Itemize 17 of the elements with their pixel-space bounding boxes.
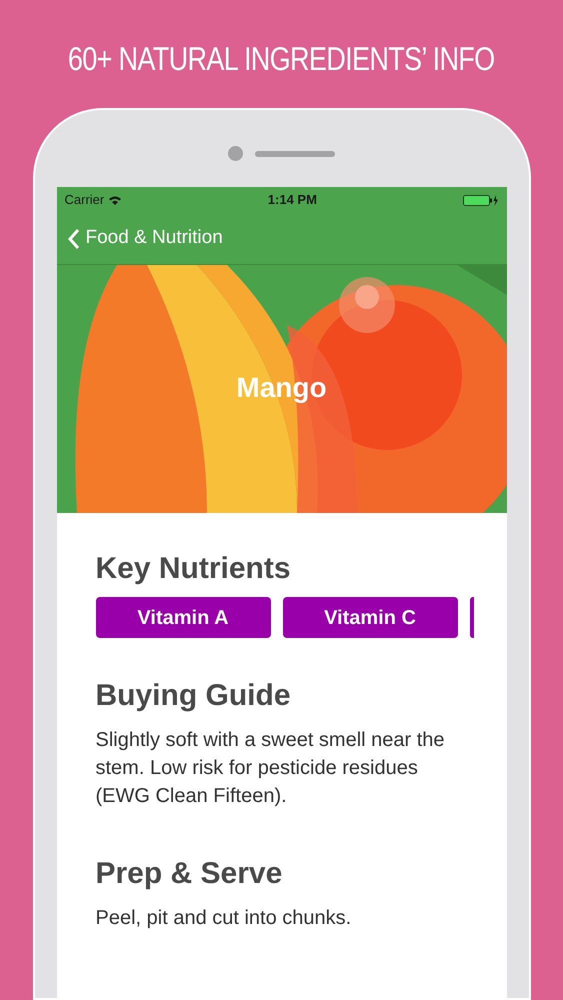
status-time: 1:14 PM [268, 191, 317, 210]
camera-icon [228, 146, 243, 161]
nutrient-chip[interactable]: Vitamin A [96, 597, 270, 638]
nutrient-chip[interactable]: Vitamin C [282, 597, 458, 638]
back-chevron-icon [66, 228, 80, 250]
food-title: Mango [236, 371, 327, 405]
section-heading: Key Nutrients [96, 551, 292, 587]
section-heading: Prep & Serve [96, 856, 284, 892]
wifi-icon [108, 194, 122, 206]
section-heading: Buying Guide [96, 678, 292, 714]
speaker-icon [255, 150, 335, 156]
nutrient-chip[interactable] [470, 597, 474, 638]
section-text: Peel, pit and cut into chunks. [96, 906, 352, 931]
headline: 60+ NATURAL INGREDIENTS’ INFO [68, 39, 495, 79]
carrier-label: Carrier [64, 191, 104, 210]
section-text: Slightly soft with a sweet smell near the stem. Low risk for pesticide residues (EWG Clean Fifteen). [96, 728, 446, 809]
battery-icon [462, 194, 498, 206]
